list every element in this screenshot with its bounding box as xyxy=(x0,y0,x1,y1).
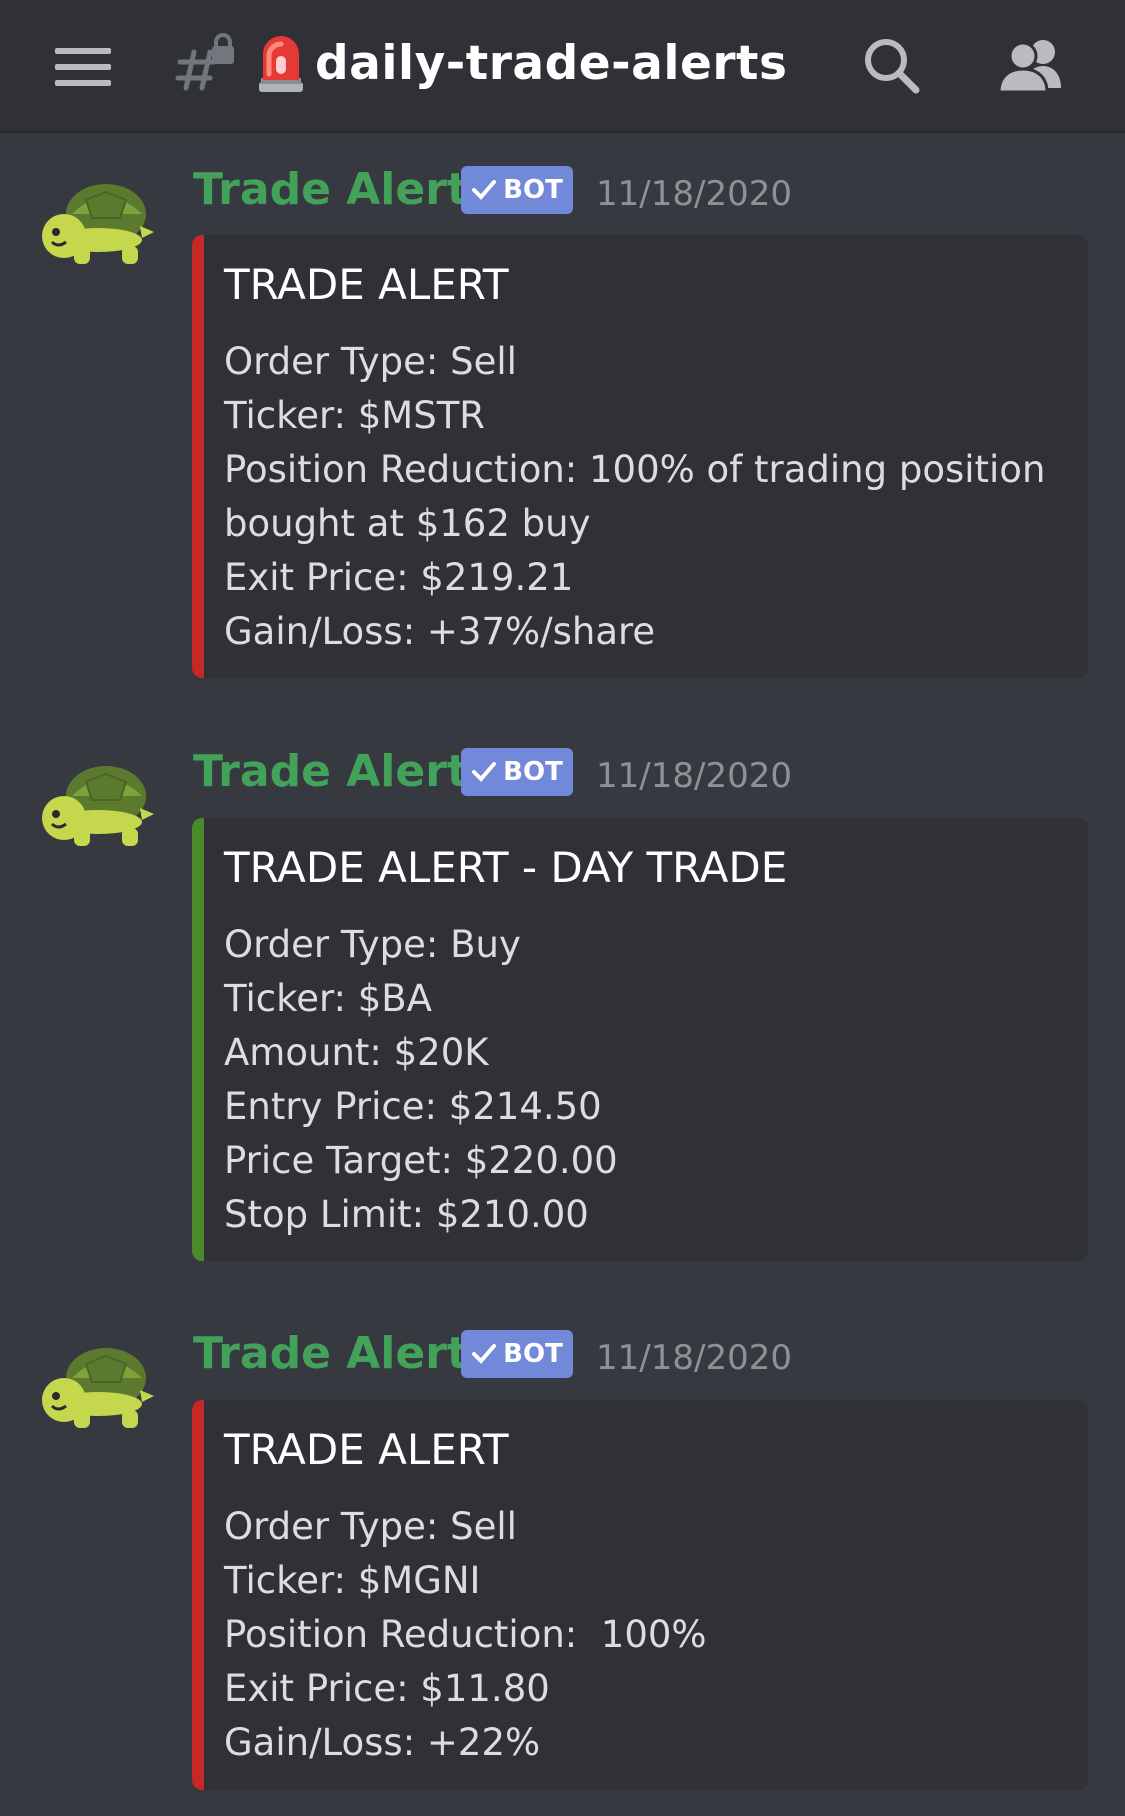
embed-line: Exit Price: $11.80 xyxy=(224,1667,550,1710)
embed-accent-bar xyxy=(192,1400,204,1790)
timestamp: 11/18/2020 xyxy=(596,174,792,214)
rotating-light-emoji xyxy=(259,36,303,92)
embed-line: bought at $162 buy xyxy=(224,502,591,545)
channel-name: daily-trade-alerts xyxy=(315,36,788,91)
embed-line: Position Reduction: 100% xyxy=(224,1613,707,1656)
search-icon[interactable] xyxy=(860,34,924,98)
embed-line: Ticker: $MGNI xyxy=(224,1559,481,1602)
embed-title: TRADE ALERT xyxy=(224,1425,509,1474)
embed-body: Order Type: Sell Ticker: $MSTR Position … xyxy=(224,335,1074,659)
embed-title: TRADE ALERT - DAY TRADE xyxy=(224,843,788,892)
turtle-avatar-icon[interactable] xyxy=(36,170,156,270)
embed-title: TRADE ALERT xyxy=(224,260,509,309)
checkmark-icon xyxy=(472,180,497,200)
turtle-avatar-icon[interactable] xyxy=(36,752,156,852)
timestamp: 11/18/2020 xyxy=(596,1338,792,1378)
embed-line: Price Target: $220.00 xyxy=(224,1139,618,1182)
checkmark-icon xyxy=(472,762,497,782)
members-icon[interactable] xyxy=(995,34,1071,98)
trade-alert-embed: TRADE ALERT Order Type: Sell Ticker: $MS… xyxy=(192,235,1088,678)
bot-label: BOT xyxy=(503,1339,563,1369)
checkmark-icon xyxy=(472,1344,497,1364)
embed-line: Ticker: $BA xyxy=(224,977,432,1020)
bot-label: BOT xyxy=(503,757,563,787)
embed-accent-bar xyxy=(192,235,204,678)
embed-line: Exit Price: $219.21 xyxy=(224,556,574,599)
turtle-avatar-icon[interactable] xyxy=(36,1334,156,1434)
hamburger-menu-icon[interactable] xyxy=(55,48,111,88)
author-name[interactable]: Trade Alerts xyxy=(193,1324,494,1384)
embed-line: Gain/Loss: +22% xyxy=(224,1721,541,1764)
bot-tag: BOT xyxy=(461,166,573,214)
embed-line: Order Type: Buy xyxy=(224,923,521,966)
embed-line: Order Type: Sell xyxy=(224,340,517,383)
embed-line: Entry Price: $214.50 xyxy=(224,1085,602,1128)
channel-header: daily-trade-alerts xyxy=(0,0,1125,133)
embed-line: Gain/Loss: +37%/share xyxy=(224,610,656,653)
embed-line: Stop Limit: $210.00 xyxy=(224,1193,589,1236)
embed-body: Order Type: Buy Ticker: $BA Amount: $20K… xyxy=(224,918,1074,1242)
embed-line: Ticker: $MSTR xyxy=(224,394,486,437)
bot-label: BOT xyxy=(503,175,563,205)
trade-alert-embed: TRADE ALERT - DAY TRADE Order Type: Buy … xyxy=(192,818,1088,1261)
author-name[interactable]: Trade Alerts xyxy=(193,160,494,220)
embed-line: Position Reduction: 100% of trading posi… xyxy=(224,448,1046,491)
timestamp: 11/18/2020 xyxy=(596,756,792,796)
bot-tag: BOT xyxy=(461,748,573,796)
hash-lock-icon xyxy=(175,33,234,91)
embed-line: Order Type: Sell xyxy=(224,1505,517,1548)
embed-line: Amount: $20K xyxy=(224,1031,489,1074)
trade-alert-embed: TRADE ALERT Order Type: Sell Ticker: $MG… xyxy=(192,1400,1088,1790)
author-name[interactable]: Trade Alerts xyxy=(193,742,494,802)
bot-tag: BOT xyxy=(461,1330,573,1378)
embed-accent-bar xyxy=(192,818,204,1261)
embed-body: Order Type: Sell Ticker: $MGNI Position … xyxy=(224,1500,1074,1770)
